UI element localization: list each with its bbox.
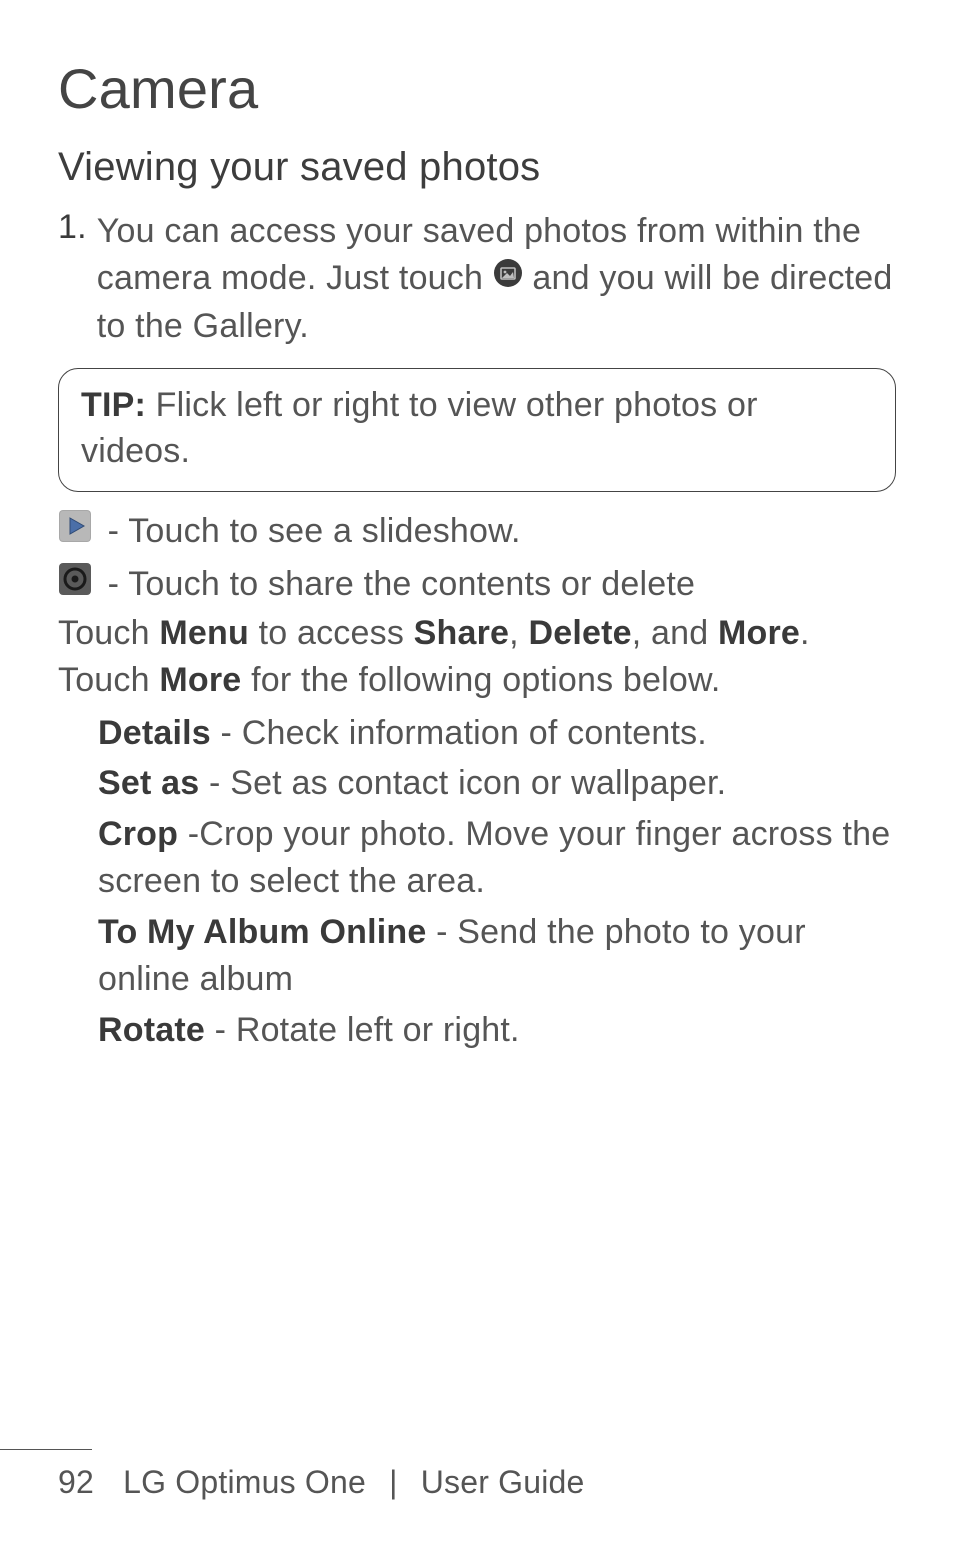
opt-details-label: Details: [98, 714, 211, 752]
t-b: to access: [249, 614, 414, 652]
opt-setas-text: - Set as contact icon or wallpaper.: [199, 764, 726, 802]
footer-doc: User Guide: [421, 1464, 585, 1500]
step-number: 1.: [58, 208, 87, 350]
m-b: for the following options below.: [241, 661, 720, 699]
gallery-icon: [493, 254, 523, 301]
tip-label: TIP:: [81, 386, 146, 424]
more-word-2: More: [159, 661, 241, 699]
t-a: Touch: [58, 614, 159, 652]
opt-album-label: To My Album Online: [98, 913, 426, 951]
tip-body: Flick left or right to view other photos…: [81, 386, 758, 470]
more-line: Touch More for the following options bel…: [58, 657, 896, 704]
tip-box: TIP: Flick left or right to view other p…: [58, 368, 896, 492]
opt-crop-label: Crop: [98, 815, 178, 853]
slideshow-line: - Touch to see a slideshow.: [58, 508, 896, 557]
tip-text: TIP: Flick left or right to view other p…: [81, 383, 873, 475]
delete-word: Delete: [528, 614, 631, 652]
page-title: Camera: [58, 56, 896, 121]
opt-rotate-label: Rotate: [98, 1011, 205, 1049]
step-1: 1. You can access your saved photos from…: [58, 208, 896, 350]
page-number: 92: [58, 1464, 94, 1500]
share-word: Share: [414, 614, 510, 652]
more-word: More: [718, 614, 800, 652]
footer: 92 LG Optimus One | User Guide: [0, 1449, 954, 1501]
footer-rule: [0, 1449, 92, 1450]
options-line: - Touch to share the contents or delete: [58, 561, 896, 610]
options-icon: [58, 562, 92, 610]
opt-rotate-text: - Rotate left or right.: [205, 1011, 520, 1049]
opt-crop-text: -Crop your photo. Move your finger acros…: [98, 815, 890, 900]
opt-details-text: - Check information of contents.: [211, 714, 707, 752]
play-icon: [58, 509, 92, 557]
more-options: Details - Check information of contents.…: [58, 710, 896, 1054]
opt-crop: Crop -Crop your photo. Move your finger …: [98, 811, 896, 905]
footer-product: LG Optimus One: [123, 1464, 366, 1500]
t-e: .: [800, 614, 810, 652]
menu-line: Touch Menu to access Share, Delete, and …: [58, 610, 896, 657]
opt-album: To My Album Online - Send the photo to y…: [98, 909, 896, 1003]
t-c: ,: [509, 614, 528, 652]
menu-word: Menu: [159, 614, 249, 652]
m-a: Touch: [58, 661, 159, 699]
t-d: , and: [632, 614, 718, 652]
step-text: You can access your saved photos from wi…: [97, 208, 896, 350]
footer-sep: |: [389, 1464, 398, 1500]
options-text: - Touch to share the contents or delete: [98, 565, 695, 603]
opt-details: Details - Check information of contents.: [98, 710, 896, 757]
section-title: Viewing your saved photos: [58, 145, 896, 190]
slideshow-text: - Touch to see a slideshow.: [98, 512, 521, 550]
opt-setas-label: Set as: [98, 764, 199, 802]
footer-text: 92 LG Optimus One | User Guide: [58, 1464, 896, 1501]
opt-rotate: Rotate - Rotate left or right.: [98, 1007, 896, 1054]
opt-setas: Set as - Set as contact icon or wallpape…: [98, 760, 896, 807]
